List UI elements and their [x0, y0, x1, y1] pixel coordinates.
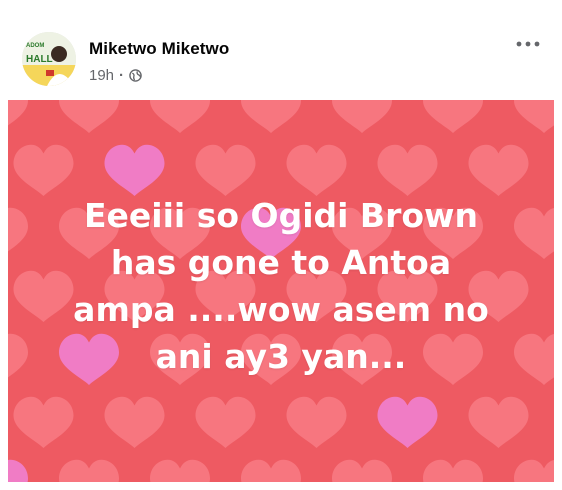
post-timestamp[interactable]: 19h [89, 67, 114, 84]
author-avatar[interactable]: ADOM HALL [22, 32, 76, 86]
heart-decoration [8, 207, 28, 252]
meta-separator: · [119, 67, 125, 84]
heart-decoration [468, 396, 529, 448]
heart-decoration [514, 100, 554, 133]
avatar-text-line1: ADOM [26, 43, 44, 49]
heart-decoration [8, 459, 28, 482]
heart-decoration [423, 459, 483, 482]
post-meta: 19h · [89, 67, 142, 84]
heart-decoration [59, 100, 119, 133]
heart-decoration [195, 144, 256, 196]
post-text-line: ani ay3 yan... [155, 337, 407, 376]
heart-decoration [514, 459, 554, 482]
facebook-post-card: ADOM HALL Miketwo Miketwo 19h · Eeeiii s… [0, 0, 562, 490]
post-text: Eeeiii so Ogidi Brown has gone to Antoa … [38, 192, 524, 380]
post-text-line: Eeeiii so Ogidi Brown [83, 196, 479, 235]
heart-decoration [468, 144, 529, 196]
heart-decoration [104, 396, 165, 448]
author-name[interactable]: Miketwo Miketwo [89, 39, 229, 59]
heart-decoration [241, 459, 301, 482]
heart-decoration [286, 396, 347, 448]
heart-decoration [13, 396, 74, 448]
heart-decoration [150, 459, 210, 482]
heart-decoration [423, 100, 483, 133]
heart-decoration [241, 100, 301, 133]
heart-decoration [377, 144, 438, 196]
heart-decoration [104, 144, 165, 196]
post-text-line: ampa ....wow asem no [73, 290, 489, 329]
heart-decoration [59, 459, 119, 482]
heart-decoration [13, 144, 74, 196]
post-background: Eeeiii so Ogidi Brown has gone to Antoa … [8, 100, 554, 482]
post-header: ADOM HALL Miketwo Miketwo 19h · [0, 0, 562, 100]
globe-icon[interactable] [129, 69, 142, 82]
heart-decoration [150, 100, 210, 133]
heart-decoration [286, 144, 347, 196]
avatar-text-line2: HALL [26, 54, 53, 65]
heart-decoration [377, 396, 438, 448]
heart-decoration [8, 100, 28, 126]
heart-decoration [195, 396, 256, 448]
avatar-image: ADOM HALL [22, 32, 76, 86]
heart-decoration [332, 459, 392, 482]
more-options-icon[interactable] [508, 30, 548, 58]
heart-decoration [8, 333, 28, 378]
post-text-line: has gone to Antoa [110, 243, 452, 282]
heart-decoration [332, 100, 392, 133]
